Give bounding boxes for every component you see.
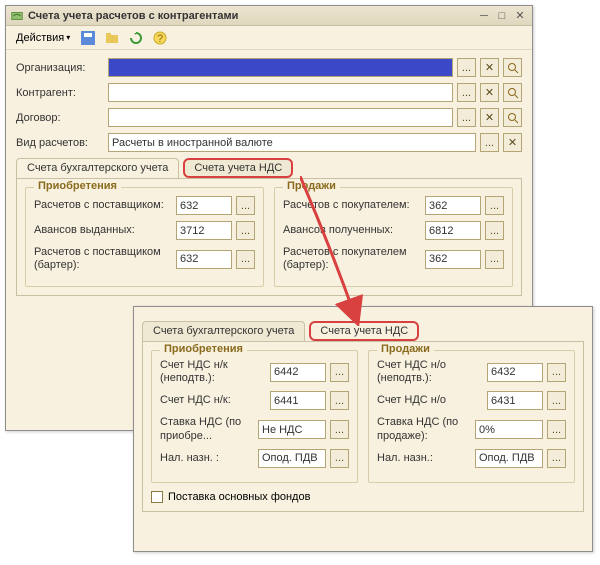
cont-label: Контрагент: — [16, 87, 104, 99]
group-title-acq-1: Приобретения — [34, 180, 121, 192]
acq2-r3-label: Ставка НДС (по приобре... — [160, 416, 254, 442]
group-acq-1: Приобретения Расчетов с поставщиком: 632… — [25, 187, 264, 287]
vid-select-button[interactable]: ... — [480, 133, 499, 152]
dog-select-button[interactable]: ... — [457, 108, 476, 127]
dog-clear-button[interactable]: ✕ — [480, 108, 499, 127]
acq2-r1-button[interactable]: ... — [330, 363, 349, 382]
acq2-r4-label: Нал. назн. : — [160, 452, 254, 465]
sale2-r4-label: Нал. назн.: — [377, 452, 471, 465]
sale2-r2-input[interactable]: 6431 — [487, 391, 543, 410]
sale1-r2-input[interactable]: 6812 — [425, 221, 481, 240]
tab-nds-2[interactable]: Счета учета НДС — [309, 321, 419, 341]
sale2-r2-button[interactable]: ... — [547, 391, 566, 410]
tab-panel-2: Приобретения Счет НДС н/к (неподтв.): 64… — [142, 341, 584, 512]
group-title-sale-2: Продажи — [377, 343, 434, 355]
acq1-r3-label: Расчетов с поставщиком (бартер): — [34, 246, 172, 272]
sale2-r3-button[interactable]: ... — [547, 420, 566, 439]
acq2-r1-label: Счет НДС н/к (неподтв.): — [160, 359, 266, 385]
sale1-r3-button[interactable]: ... — [485, 250, 504, 269]
sale2-r3-input[interactable]: 0% — [475, 420, 543, 439]
acq1-r2-label: Авансов выданных: — [34, 224, 172, 237]
sale2-r4-button[interactable]: ... — [547, 449, 566, 468]
sale1-r1-input[interactable]: 362 — [425, 196, 481, 215]
sale1-r3-input[interactable]: 362 — [425, 250, 481, 269]
dog-label: Договор: — [16, 112, 104, 124]
chevron-down-icon: ▾ — [66, 33, 70, 42]
save-icon[interactable] — [78, 28, 98, 48]
dog-search-button[interactable] — [503, 108, 522, 127]
group-title-acq-2: Приобретения — [160, 343, 247, 355]
checkbox-row[interactable]: Поставка основных фондов — [151, 491, 575, 503]
checkbox-icon[interactable] — [151, 491, 163, 503]
sale2-r3-label: Ставка НДС (по продаже): — [377, 416, 471, 442]
cont-select-button[interactable]: ... — [457, 83, 476, 102]
acq2-r2-input[interactable]: 6441 — [270, 391, 326, 410]
acq2-r3-input[interactable]: Не НДС — [258, 420, 326, 439]
refresh-icon[interactable] — [126, 28, 146, 48]
tab-buh-2[interactable]: Счета бухгалтерского учета — [142, 321, 305, 341]
maximize-button[interactable]: □ — [494, 9, 510, 23]
acq2-r4-button[interactable]: ... — [330, 449, 349, 468]
sale2-r1-label: Счет НДС н/о (неподтв.): — [377, 359, 483, 385]
folder-icon[interactable] — [102, 28, 122, 48]
sale1-r1-button[interactable]: ... — [485, 196, 504, 215]
org-select-button[interactable]: ... — [457, 58, 476, 77]
tab-panel-1: Приобретения Расчетов с поставщиком: 632… — [16, 178, 522, 296]
dog-input[interactable] — [108, 108, 453, 127]
acq1-r1-button[interactable]: ... — [236, 196, 255, 215]
cont-input[interactable] — [108, 83, 453, 102]
window-title: Счета учета расчетов с контрагентами — [28, 10, 474, 22]
form-body: Организация: ... ✕ Контрагент: ... ✕ Дог… — [6, 50, 532, 304]
sale2-r2-label: Счет НДС н/о — [377, 394, 483, 407]
svg-text:?: ? — [157, 33, 163, 45]
acq1-r1-label: Расчетов с поставщиком: — [34, 199, 172, 212]
acq2-r1-input[interactable]: 6442 — [270, 363, 326, 382]
tabs-2: Счета бухгалтерского учета Счета учета Н… — [142, 321, 584, 341]
group-sale-2: Продажи Счет НДС н/о (неподтв.): 6432 ..… — [368, 350, 575, 483]
vid-input[interactable]: Расчеты в иностранной валюте — [108, 133, 476, 152]
sale2-r4-input[interactable]: Опод. ПДВ — [475, 449, 543, 468]
help-icon[interactable]: ? — [150, 28, 170, 48]
acq1-r3-button[interactable]: ... — [236, 250, 255, 269]
tab-nds-1[interactable]: Счета учета НДС — [183, 158, 293, 178]
org-clear-button[interactable]: ✕ — [480, 58, 499, 77]
org-label: Организация: — [16, 62, 104, 74]
acq2-r3-button[interactable]: ... — [330, 420, 349, 439]
acq1-r2-input[interactable]: 3712 — [176, 221, 232, 240]
vid-clear-button[interactable]: ✕ — [503, 133, 522, 152]
close-button[interactable]: ✕ — [512, 9, 528, 23]
cont-clear-button[interactable]: ✕ — [480, 83, 499, 102]
group-title-sale-1: Продажи — [283, 180, 340, 192]
acq1-r1-input[interactable]: 632 — [176, 196, 232, 215]
acq2-r2-button[interactable]: ... — [330, 391, 349, 410]
acq1-r2-button[interactable]: ... — [236, 221, 255, 240]
cont-search-button[interactable] — [503, 83, 522, 102]
tab-buh-1[interactable]: Счета бухгалтерского учета — [16, 158, 179, 178]
sale2-r1-button[interactable]: ... — [547, 363, 566, 382]
actions-menu[interactable]: Действия ▾ — [12, 32, 74, 44]
sale1-r1-label: Расчетов с покупателем: — [283, 199, 421, 212]
org-input[interactable] — [108, 58, 453, 77]
sale1-r3-label: Расчетов с покупателем (бартер): — [283, 246, 421, 272]
group-sale-1: Продажи Расчетов с покупателем: 362 ... … — [274, 187, 513, 287]
toolbar: Действия ▾ ? — [6, 26, 532, 50]
org-search-button[interactable] — [503, 58, 522, 77]
app-icon — [10, 9, 24, 23]
titlebar: Счета учета расчетов с контрагентами ─ □… — [6, 6, 532, 26]
vid-label: Вид расчетов: — [16, 137, 104, 149]
minimize-button[interactable]: ─ — [476, 9, 492, 23]
acq2-r4-input[interactable]: Опод. ПДВ — [258, 449, 326, 468]
sale1-r2-button[interactable]: ... — [485, 221, 504, 240]
secondary-body: Счета бухгалтерского учета Счета учета Н… — [134, 307, 592, 520]
acq1-r3-input[interactable]: 632 — [176, 250, 232, 269]
sale2-r1-input[interactable]: 6432 — [487, 363, 543, 382]
checkbox-label: Поставка основных фондов — [168, 491, 310, 503]
secondary-window: Счета бухгалтерского учета Счета учета Н… — [133, 306, 593, 552]
tabs-1: Счета бухгалтерского учета Счета учета Н… — [16, 158, 522, 178]
acq2-r2-label: Счет НДС н/к: — [160, 394, 266, 407]
group-acq-2: Приобретения Счет НДС н/к (неподтв.): 64… — [151, 350, 358, 483]
sale1-r2-label: Авансов полученных: — [283, 224, 421, 237]
